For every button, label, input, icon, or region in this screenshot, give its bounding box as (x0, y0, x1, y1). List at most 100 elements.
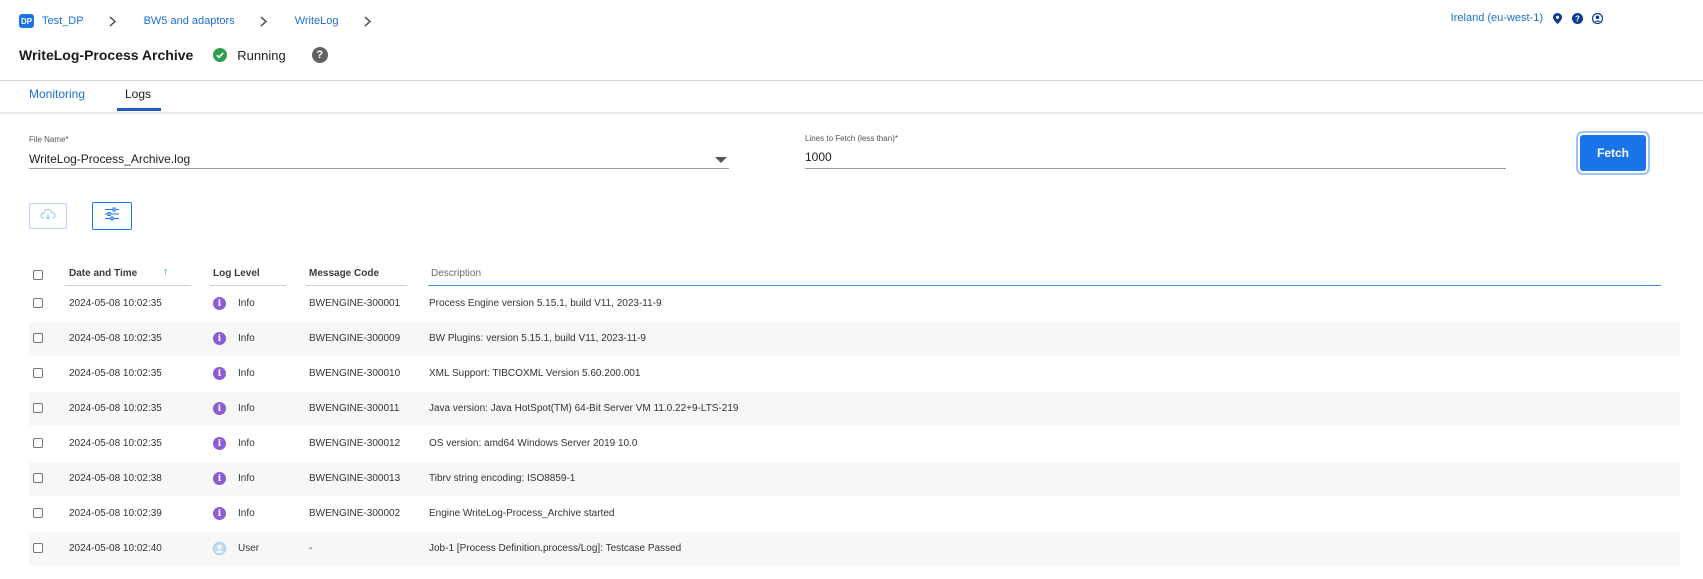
info-icon: i (213, 402, 226, 415)
column-underline (306, 285, 407, 286)
cell-message-code: BWENGINE-300009 (309, 333, 401, 344)
info-icon: i (213, 472, 226, 485)
cell-log-level: Info (238, 508, 255, 519)
lines-to-fetch-underline (805, 168, 1506, 169)
page-title: WriteLog-Process Archive (19, 47, 194, 63)
select-all-checkbox[interactable] (33, 270, 43, 280)
cell-description: XML Support: TIBCOXML Version 5.60.200.0… (429, 368, 641, 379)
cell-log-level: Info (238, 298, 255, 309)
breadcrumb-item-writelog[interactable]: WriteLog (295, 15, 339, 27)
cell-datetime: 2024-05-08 10:02:35 (69, 333, 162, 344)
info-icon: i (213, 297, 226, 310)
table-row[interactable]: 2024-05-08 10:02:35 i Info BWENGINE-3000… (29, 287, 1680, 321)
column-header-log-level[interactable]: Log Level (213, 268, 260, 279)
row-checkbox[interactable] (33, 543, 43, 553)
table-row[interactable]: 2024-05-08 10:02:35 i Info BWENGINE-3000… (29, 322, 1680, 356)
chevron-right-icon (108, 14, 118, 28)
row-checkbox[interactable] (33, 438, 43, 448)
cell-log-level: User (238, 543, 260, 554)
file-name-underline (29, 168, 729, 169)
info-icon: i (213, 332, 226, 345)
cell-datetime: 2024-05-08 10:02:40 (69, 543, 162, 554)
column-settings-button[interactable] (92, 202, 132, 230)
user-account-icon[interactable] (1591, 12, 1603, 24)
chevron-right-icon (363, 14, 373, 28)
tabs-shadow (0, 113, 1703, 116)
fetch-button[interactable]: Fetch (1580, 135, 1646, 171)
sliders-icon (104, 207, 120, 226)
cell-description: Engine WriteLog-Process_Archive started (429, 508, 615, 519)
table-row[interactable]: 2024-05-08 10:02:35 i Info BWENGINE-3000… (29, 392, 1680, 426)
row-checkbox[interactable] (33, 403, 43, 413)
region-text[interactable]: Ireland (eu-west-1) (1451, 12, 1543, 24)
breadcrumb: DP Test_DP BW5 and adaptors WriteLog (19, 12, 399, 30)
column-underline (428, 285, 1661, 286)
status-text: Running (237, 47, 286, 63)
cell-description: Job-1 [Process Definition.process/Log]: … (429, 543, 682, 554)
breadcrumb-item-bw5[interactable]: BW5 and adaptors (144, 15, 235, 27)
info-icon: i (213, 437, 226, 450)
row-checkbox[interactable] (33, 298, 43, 308)
region-selector[interactable]: Ireland (eu-west-1) ? (1451, 10, 1603, 26)
location-pin-icon[interactable] (1551, 12, 1563, 24)
check-circle-icon (213, 48, 228, 62)
cell-datetime: 2024-05-08 10:02:35 (69, 438, 162, 449)
active-tab-indicator (117, 108, 161, 111)
cell-message-code: BWENGINE-300002 (309, 508, 401, 519)
breadcrumb-item-test-dp[interactable]: Test_DP (42, 15, 84, 27)
cell-datetime: 2024-05-08 10:02:39 (69, 508, 162, 519)
cell-log-level: Info (238, 473, 255, 484)
cell-datetime: 2024-05-08 10:02:38 (69, 473, 162, 484)
table-row[interactable]: 2024-05-08 10:02:38 i Info BWENGINE-3000… (29, 462, 1680, 496)
cell-message-code: - (309, 543, 313, 554)
column-underline (65, 285, 191, 286)
cell-log-level: Info (238, 403, 255, 414)
tab-monitoring[interactable]: Monitoring (29, 87, 85, 101)
chevron-right-icon (259, 14, 269, 28)
row-checkbox[interactable] (33, 368, 43, 378)
help-icon[interactable]: ? (311, 47, 328, 63)
lines-to-fetch-input[interactable]: 1000 (805, 150, 832, 164)
chevron-down-icon[interactable] (715, 157, 727, 163)
row-checkbox[interactable] (33, 333, 43, 343)
cell-log-level: Info (238, 368, 255, 379)
file-name-select[interactable]: WriteLog-Process_Archive.log (29, 152, 190, 166)
cell-description: OS version: amd64 Windows Server 2019 10… (429, 438, 638, 449)
cell-message-code: BWENGINE-300001 (309, 298, 401, 309)
lines-to-fetch-label: Lines to Fetch (less than)* (805, 134, 898, 143)
file-name-label: File Name* (29, 135, 69, 144)
info-icon: i (213, 367, 226, 380)
cell-datetime: 2024-05-08 10:02:35 (69, 368, 162, 379)
table-row[interactable]: 2024-05-08 10:02:39 i Info BWENGINE-3000… (29, 497, 1680, 531)
column-underline (210, 285, 286, 286)
cell-description: Java version: Java HotSpot(TM) 64-Bit Se… (429, 403, 739, 414)
user-icon (213, 542, 226, 555)
cell-description: Tibrv string encoding: ISO8859-1 (429, 473, 576, 484)
cell-message-code: BWENGINE-300013 (309, 473, 401, 484)
table-row[interactable]: 2024-05-08 10:02:40 User - Job-1 [Proces… (29, 532, 1680, 566)
column-header-description[interactable]: Description (431, 268, 481, 279)
cell-description: Process Engine version 5.15.1, build V11… (429, 298, 662, 309)
title-row: WriteLog-Process Archive Running ? (19, 44, 328, 66)
cell-description: BW Plugins: version 5.15.1, build V11, 2… (429, 333, 646, 344)
cell-message-code: BWENGINE-300011 (309, 403, 400, 414)
tab-bar: Monitoring Logs (0, 81, 1703, 112)
download-button[interactable] (29, 203, 67, 229)
cell-log-level: Info (238, 438, 255, 449)
cell-datetime: 2024-05-08 10:02:35 (69, 298, 162, 309)
column-header-message-code[interactable]: Message Code (309, 268, 379, 279)
cell-datetime: 2024-05-08 10:02:35 (69, 403, 162, 414)
help-circle-icon[interactable]: ? (1571, 12, 1583, 24)
cloud-download-icon (40, 207, 56, 225)
table-row[interactable]: 2024-05-08 10:02:35 i Info BWENGINE-3000… (29, 357, 1680, 391)
cell-message-code: BWENGINE-300010 (309, 368, 401, 379)
row-checkbox[interactable] (33, 508, 43, 518)
row-checkbox[interactable] (33, 473, 43, 483)
column-header-datetime[interactable]: Date and Time (69, 268, 137, 279)
cell-message-code: BWENGINE-300012 (309, 438, 401, 449)
tab-logs[interactable]: Logs (125, 87, 151, 101)
svg-text:?: ? (1575, 14, 1580, 23)
table-row[interactable]: 2024-05-08 10:02:35 i Info BWENGINE-3000… (29, 427, 1680, 461)
sort-ascending-icon[interactable]: ↑ (163, 266, 169, 278)
info-icon: i (213, 507, 226, 520)
